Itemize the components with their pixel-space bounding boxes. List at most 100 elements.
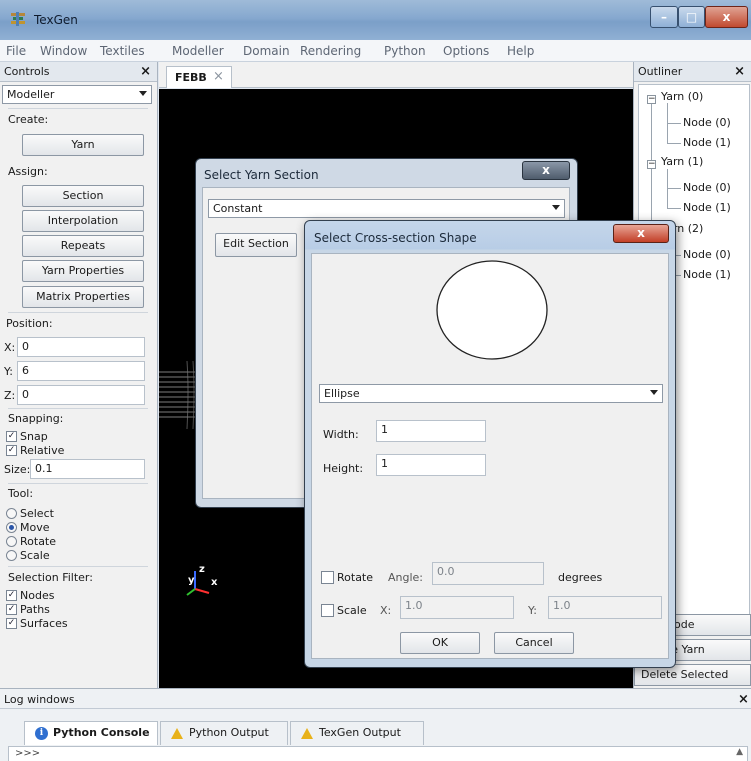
tool-select-radio[interactable] bbox=[6, 508, 17, 519]
menu-domain[interactable]: Domain bbox=[243, 44, 290, 58]
shape-select[interactable]: Ellipse bbox=[319, 384, 663, 403]
assign-label: Assign: bbox=[8, 165, 48, 178]
collapse-icon[interactable]: − bbox=[647, 160, 656, 169]
tool-scale-label: Scale bbox=[20, 549, 50, 562]
tree-yarn-1-node-0[interactable]: Node (0) bbox=[683, 181, 731, 194]
outliner-title-bar: Outliner × bbox=[634, 62, 751, 82]
angle-label: Angle: bbox=[388, 571, 424, 584]
size-input[interactable]: 0.1 bbox=[30, 459, 145, 479]
tool-select-label: Select bbox=[20, 507, 54, 520]
interpolation-button[interactable]: Interpolation bbox=[22, 210, 144, 232]
controls-title: Controls bbox=[4, 65, 50, 78]
edit-section-button[interactable]: Edit Section bbox=[215, 233, 297, 257]
scale-y-input[interactable]: 1.0 bbox=[548, 596, 662, 619]
menu-help[interactable]: Help bbox=[507, 44, 534, 58]
minimize-button[interactable]: – bbox=[650, 6, 678, 28]
chevron-down-icon bbox=[650, 390, 658, 395]
scale-checkbox[interactable] bbox=[321, 604, 334, 617]
x-input[interactable]: 0 bbox=[17, 337, 145, 357]
dialog-close-button[interactable]: x bbox=[522, 161, 570, 180]
warning-icon bbox=[171, 728, 183, 739]
dialog-title: Select Yarn Section bbox=[204, 168, 319, 182]
height-input[interactable]: 1 bbox=[376, 454, 486, 476]
controls-close-icon[interactable]: × bbox=[140, 64, 151, 79]
tool-move-radio[interactable] bbox=[6, 522, 17, 533]
tree-yarn-0-node-0[interactable]: Node (0) bbox=[683, 116, 731, 129]
width-label: Width: bbox=[323, 428, 359, 441]
axis-z-label: z bbox=[199, 564, 205, 575]
yarn-properties-button[interactable]: Yarn Properties bbox=[22, 260, 144, 282]
collapse-icon[interactable]: − bbox=[647, 95, 656, 104]
angle-input[interactable]: 0.0 bbox=[432, 562, 544, 585]
close-window-button[interactable]: x bbox=[705, 6, 748, 28]
scroll-up-icon[interactable]: ▲ bbox=[736, 747, 743, 757]
dialog-close-button[interactable]: x bbox=[613, 224, 669, 243]
tree-yarn-1-node-1[interactable]: Node (1) bbox=[683, 201, 731, 214]
degrees-label: degrees bbox=[558, 571, 603, 584]
tab-febb[interactable]: FEBB × bbox=[166, 66, 232, 88]
menu-rendering[interactable]: Rendering bbox=[300, 44, 361, 58]
section-button[interactable]: Section bbox=[22, 185, 144, 207]
width-input[interactable]: 1 bbox=[376, 420, 486, 442]
tab-python-console-label: Python Console bbox=[53, 726, 150, 739]
z-input[interactable]: 0 bbox=[17, 385, 145, 405]
title-bar: TexGen – □ x bbox=[0, 0, 751, 40]
relative-label: Relative bbox=[20, 444, 65, 457]
menu-options[interactable]: Options bbox=[443, 44, 489, 58]
menu-file[interactable]: File bbox=[6, 44, 26, 58]
maximize-button[interactable]: □ bbox=[678, 6, 705, 28]
filter-nodes-checkbox[interactable]: ✓ bbox=[6, 590, 17, 601]
python-console-area[interactable]: >>> ▲ bbox=[8, 746, 748, 761]
menu-textiles[interactable]: Textiles bbox=[100, 44, 145, 58]
divider bbox=[8, 566, 148, 567]
create-label: Create: bbox=[8, 113, 49, 126]
cancel-button[interactable]: Cancel bbox=[494, 632, 574, 654]
tree-yarn-0-node-1[interactable]: Node (1) bbox=[683, 136, 731, 149]
repeats-button[interactable]: Repeats bbox=[22, 235, 144, 257]
tree-yarn-2-node-0[interactable]: Node (0) bbox=[683, 248, 731, 261]
menu-window[interactable]: Window bbox=[40, 44, 87, 58]
divider bbox=[8, 483, 148, 484]
size-label: Size: bbox=[4, 463, 31, 476]
y-input[interactable]: 6 bbox=[17, 361, 145, 381]
filter-paths-checkbox[interactable]: ✓ bbox=[6, 604, 17, 615]
tab-texgen-output[interactable]: TexGen Output bbox=[290, 721, 424, 745]
menu-python[interactable]: Python bbox=[384, 44, 426, 58]
section-type-select[interactable]: Constant bbox=[208, 199, 565, 218]
mode-select[interactable]: Modeller bbox=[2, 85, 152, 104]
log-close-icon[interactable]: × bbox=[738, 692, 749, 707]
scale-x-input[interactable]: 1.0 bbox=[400, 596, 514, 619]
rotate-label: Rotate bbox=[337, 571, 374, 584]
warning-icon bbox=[301, 728, 313, 739]
outliner-close-icon[interactable]: × bbox=[734, 64, 745, 79]
tool-rotate-radio[interactable] bbox=[6, 536, 17, 547]
tree-yarn-1[interactable]: Yarn (1) bbox=[661, 155, 703, 168]
snap-label: Snap bbox=[20, 430, 48, 443]
divider bbox=[8, 312, 148, 313]
tab-close-icon[interactable]: × bbox=[213, 69, 224, 84]
relative-checkbox[interactable]: ✓ bbox=[6, 445, 17, 456]
x-label: X: bbox=[4, 341, 16, 354]
yarn-button[interactable]: Yarn bbox=[22, 134, 144, 156]
filter-surfaces-checkbox[interactable]: ✓ bbox=[6, 618, 17, 629]
selection-filter-label: Selection Filter: bbox=[8, 571, 93, 584]
ok-button[interactable]: OK bbox=[400, 632, 480, 654]
dialog-body: Ellipse Width: 1 Height: 1 Rotate Angle:… bbox=[311, 253, 669, 659]
controls-panel: Controls × Modeller Create: Yarn Assign:… bbox=[0, 62, 158, 688]
snap-checkbox[interactable]: ✓ bbox=[6, 431, 17, 442]
info-icon: i bbox=[35, 727, 48, 740]
axis-y-label: y bbox=[188, 575, 195, 586]
tool-scale-radio[interactable] bbox=[6, 550, 17, 561]
tab-python-output[interactable]: Python Output bbox=[160, 721, 288, 745]
menu-modeller[interactable]: Modeller bbox=[172, 44, 224, 58]
tab-febb-label: FEBB bbox=[175, 71, 207, 84]
rotate-checkbox[interactable] bbox=[321, 571, 334, 584]
tree-yarn-2-node-1[interactable]: Node (1) bbox=[683, 268, 731, 281]
tab-python-console[interactable]: i Python Console bbox=[24, 721, 158, 745]
tree-yarn-0[interactable]: Yarn (0) bbox=[661, 90, 703, 103]
matrix-properties-button[interactable]: Matrix Properties bbox=[22, 286, 144, 308]
y-label: Y: bbox=[4, 365, 13, 378]
log-title-bar: Log windows × bbox=[0, 689, 751, 709]
position-label: Position: bbox=[6, 317, 53, 330]
cross-section-preview bbox=[436, 260, 548, 360]
